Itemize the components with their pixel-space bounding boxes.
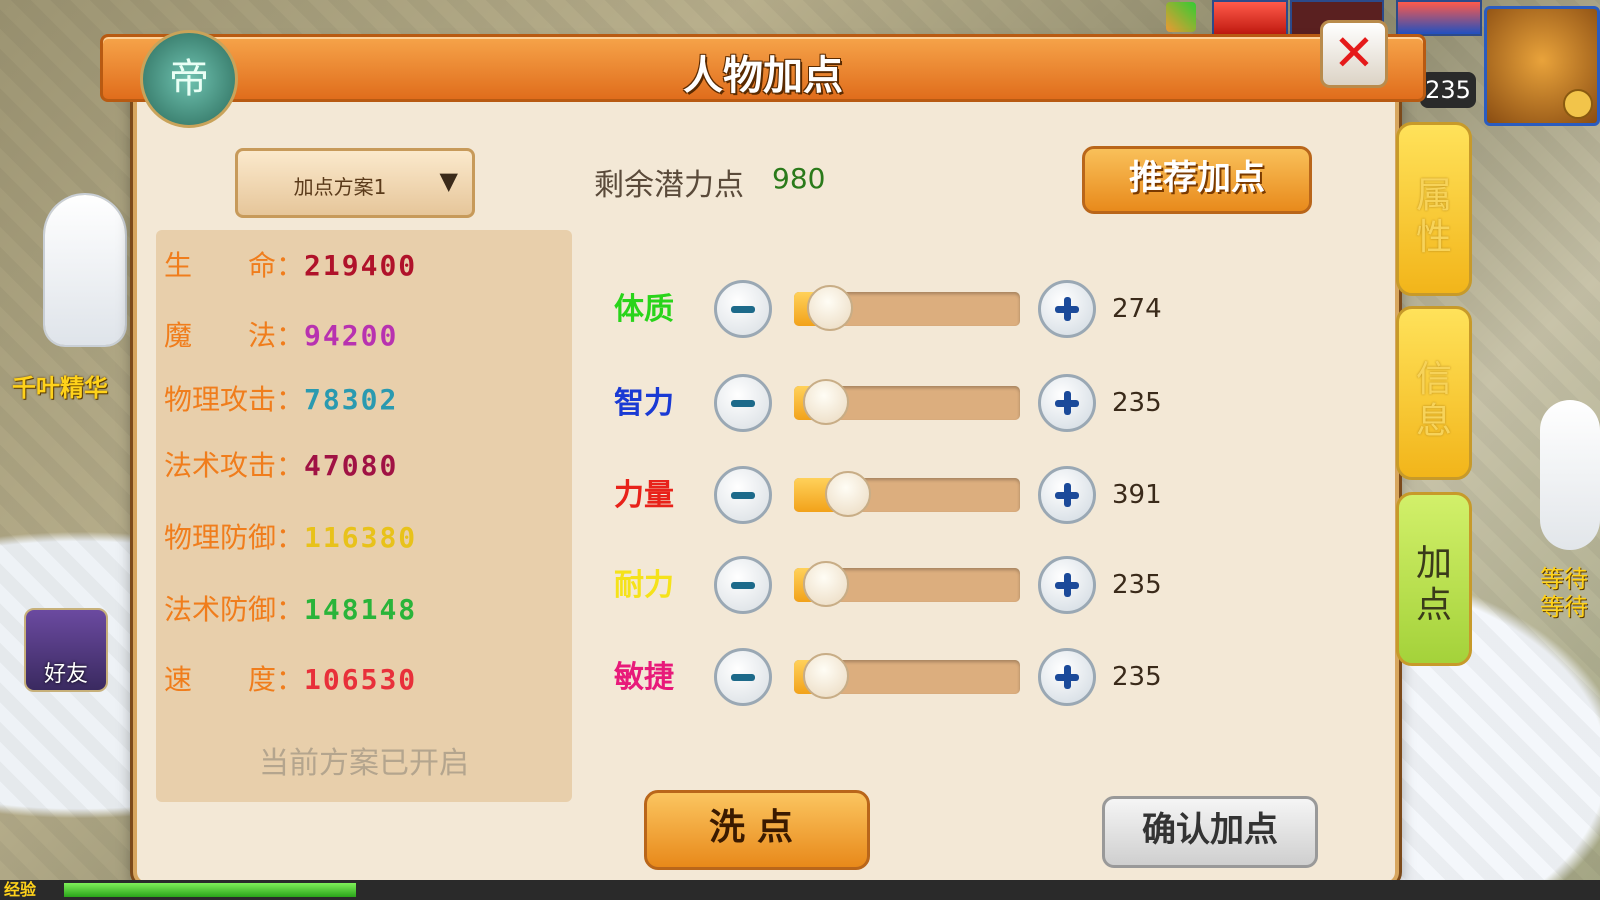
- remaining-points-value: 980: [772, 162, 826, 195]
- friend-label: 好友: [43, 662, 88, 687]
- waiting-status-text: 等待 等待: [1540, 565, 1588, 621]
- stat-value: 94200: [304, 319, 399, 352]
- attribute-slider[interactable]: [794, 379, 1020, 425]
- stat-row: 法术防御：148148: [164, 588, 417, 628]
- stat-value: 116380: [304, 521, 418, 554]
- close-button[interactable]: ✕: [1320, 20, 1388, 88]
- stat-label: 魔 法：: [164, 319, 305, 352]
- experience-bar: 经验: [0, 880, 1600, 900]
- stat-row: 魔 法：94200: [164, 314, 398, 354]
- tab-attributes-label: 属 性: [1415, 175, 1452, 258]
- hp-bar: [1212, 0, 1288, 36]
- stat-value: 106530: [304, 663, 418, 696]
- friend-button[interactable]: 好友: [24, 608, 108, 692]
- attribute-slider[interactable]: [794, 471, 1020, 517]
- scheme-dropdown[interactable]: 加点方案1 ▼: [235, 148, 475, 218]
- panel-title-bar: 人物加点: [100, 34, 1426, 102]
- avatar-status-icon: [1563, 89, 1593, 119]
- stat-label: 生 命：: [164, 249, 305, 282]
- chevron-down-icon: ▼: [439, 167, 458, 195]
- stat-value: 148148: [304, 593, 418, 626]
- tab-add-points-label: 加 点: [1415, 543, 1452, 626]
- player-avatar[interactable]: [1484, 6, 1600, 126]
- attribute-name: 耐力: [614, 568, 674, 603]
- plus-button[interactable]: [1038, 466, 1096, 524]
- experience-bar-fill: [64, 883, 356, 897]
- attribute-name: 力量: [614, 478, 674, 513]
- slider-handle[interactable]: [802, 653, 849, 699]
- minus-button[interactable]: [714, 648, 772, 706]
- reset-points-button[interactable]: 洗点: [644, 790, 870, 870]
- stat-row: 物理攻击：78302: [164, 378, 398, 418]
- attribute-slider[interactable]: [794, 561, 1020, 607]
- scheme-dropdown-label: 加点方案1: [293, 175, 387, 199]
- plus-button[interactable]: [1038, 556, 1096, 614]
- attribute-value: 391: [1112, 480, 1162, 510]
- attribute-value: 235: [1112, 388, 1162, 418]
- plus-button[interactable]: [1038, 280, 1096, 338]
- npc-character-right[interactable]: [1540, 400, 1600, 550]
- confirm-points-button[interactable]: 确认加点: [1102, 796, 1318, 868]
- slider-handle[interactable]: [802, 379, 849, 425]
- stat-row: 物理防御：116380: [164, 516, 417, 556]
- attribute-slider[interactable]: [794, 653, 1020, 699]
- player-character-left[interactable]: [45, 195, 125, 345]
- stat-row: 速 度：106530: [164, 658, 417, 698]
- buff-icon[interactable]: [1166, 2, 1196, 32]
- slider-handle[interactable]: [802, 561, 849, 607]
- remaining-points-label: 剩余潜力点: [594, 168, 744, 203]
- stat-value: 47080: [304, 449, 399, 482]
- tab-attributes[interactable]: 属 性: [1396, 122, 1472, 296]
- mp-bar: [1396, 0, 1482, 36]
- emblem-icon: 帝: [140, 30, 238, 128]
- tab-info-label: 信 息: [1415, 359, 1452, 442]
- stat-value: 78302: [304, 383, 399, 416]
- slider-handle[interactable]: [825, 471, 872, 517]
- attribute-name: 体质: [614, 292, 674, 327]
- tab-info[interactable]: 信 息: [1396, 306, 1472, 480]
- player-level-badge: 235: [1420, 72, 1476, 108]
- plus-button[interactable]: [1038, 648, 1096, 706]
- stat-label: 物理攻击：: [164, 383, 305, 416]
- plan-status-text: 当前方案已开启: [259, 746, 469, 781]
- slider-handle[interactable]: [807, 285, 854, 331]
- attribute-name: 智力: [614, 386, 674, 421]
- stat-row: 生 命：219400: [164, 244, 417, 284]
- minus-button[interactable]: [714, 466, 772, 524]
- attribute-value: 274: [1112, 294, 1162, 324]
- attribute-value: 235: [1112, 570, 1162, 600]
- recommend-points-button[interactable]: 推荐加点: [1082, 146, 1312, 214]
- stat-value: 219400: [304, 249, 418, 282]
- minus-button[interactable]: [714, 556, 772, 614]
- character-name-label: 千叶精华: [12, 374, 108, 402]
- experience-label: 经验: [4, 880, 37, 899]
- tab-add-points[interactable]: 加 点: [1396, 492, 1472, 666]
- stat-row: 法术攻击：47080: [164, 444, 398, 484]
- minus-button[interactable]: [714, 280, 772, 338]
- stat-label: 速 度：: [164, 663, 305, 696]
- minus-button[interactable]: [714, 374, 772, 432]
- stat-label: 法术攻击：: [164, 449, 305, 482]
- stat-label: 法术防御：: [164, 593, 305, 626]
- attribute-slider[interactable]: [794, 285, 1020, 331]
- panel-title: 人物加点: [683, 53, 843, 99]
- stat-label: 物理防御：: [164, 521, 305, 554]
- attribute-value: 235: [1112, 662, 1162, 692]
- attribute-name: 敏捷: [614, 660, 674, 695]
- plus-button[interactable]: [1038, 374, 1096, 432]
